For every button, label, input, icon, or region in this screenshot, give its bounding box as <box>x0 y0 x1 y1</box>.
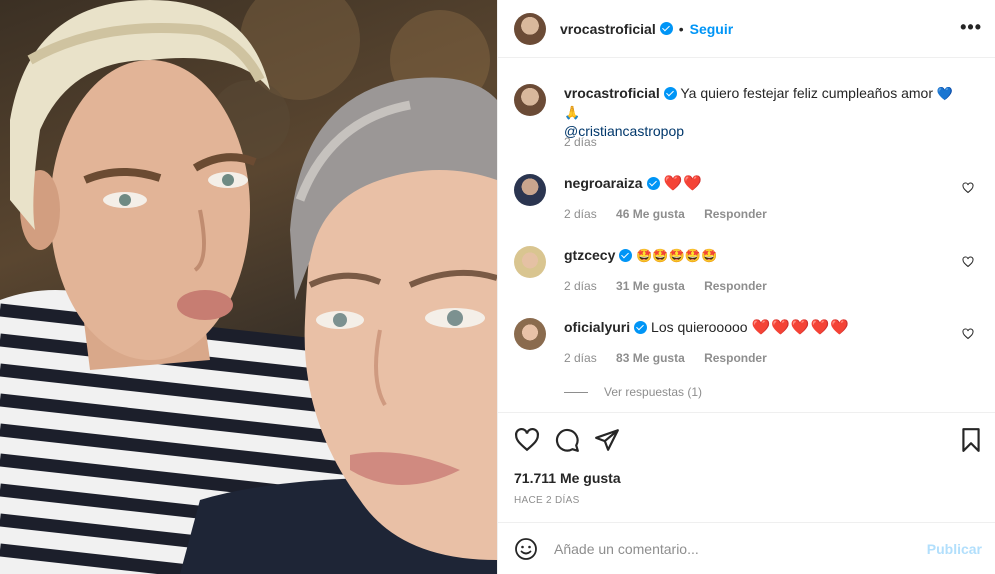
post-details-panel: vrocastroficial • Seguir ••• vrocastrofi… <box>497 0 995 574</box>
like-heart-icon[interactable] <box>514 427 540 453</box>
caption-author-avatar[interactable] <box>514 84 546 116</box>
verified-badge-icon <box>659 22 673 35</box>
comment-meta: 2 días 83 Me gusta Responder <box>564 351 783 365</box>
post-timestamp[interactable]: HACE 2 DÍAS <box>514 495 580 506</box>
caption-text: Ya quiero festejar feliz cumpleaños amor <box>680 85 934 101</box>
likes-count[interactable]: 71.711 Me gusta <box>514 470 621 486</box>
emoji-smiley-icon[interactable] <box>514 537 538 561</box>
comment-row: gtzcecy 🤩🤩🤩🤩🤩 2 días 31 Me gusta Respond… <box>514 246 984 296</box>
verified-badge-icon <box>663 87 677 100</box>
comment-username[interactable]: oficialyuri <box>564 319 630 335</box>
comment-avatar[interactable] <box>514 318 546 350</box>
comment-row: oficialyuri Los quierooooo ❤️❤️❤️❤️❤️ 2 … <box>514 318 984 368</box>
post-header: vrocastroficial • Seguir ••• <box>498 0 995 58</box>
comment-text: Los quierooooo <box>651 319 748 335</box>
comment-reply-button[interactable]: Responder <box>704 351 767 365</box>
view-replies-label: Ver respuestas (1) <box>604 385 703 399</box>
author-username[interactable]: vrocastroficial <box>560 21 656 37</box>
comment-body: negroaraiza ❤️❤️ <box>564 174 954 193</box>
comment-text: ❤️❤️ <box>663 175 703 192</box>
comment-likes[interactable]: 31 Me gusta <box>616 279 685 293</box>
comment-time[interactable]: 2 días <box>564 351 597 365</box>
comment-time[interactable]: 2 días <box>564 279 597 293</box>
replies-divider <box>564 391 588 393</box>
comment-body: gtzcecy 🤩🤩🤩🤩🤩 <box>564 246 954 265</box>
comment-like-icon[interactable] <box>962 256 974 268</box>
caption-author-username[interactable]: vrocastroficial <box>564 85 660 101</box>
comment-row: negroaraiza ❤️❤️ 2 días 46 Me gusta Resp… <box>514 174 984 224</box>
verified-badge-icon <box>634 321 648 334</box>
comment-meta: 2 días 46 Me gusta Responder <box>564 207 783 221</box>
post-actions: 71.711 Me gusta HACE 2 DÍAS <box>498 413 995 523</box>
comment-username[interactable]: negroaraiza <box>564 175 643 191</box>
comment-avatar[interactable] <box>514 246 546 278</box>
author-avatar[interactable] <box>514 12 546 45</box>
comment-like-icon[interactable] <box>962 182 974 194</box>
follow-button[interactable]: Seguir <box>690 21 734 37</box>
comment-bubble-icon[interactable] <box>554 427 580 453</box>
view-replies-button[interactable]: Ver respuestas (1) <box>564 385 702 399</box>
publish-button[interactable]: Publicar <box>927 541 982 557</box>
share-paper-plane-icon[interactable] <box>594 427 620 453</box>
header-separator: • <box>678 20 684 37</box>
comment-reply-button[interactable]: Responder <box>704 279 767 293</box>
comment-composer: Publicar <box>498 524 995 574</box>
comment-likes[interactable]: 83 Me gusta <box>616 351 685 365</box>
comment-like-icon[interactable] <box>962 328 974 340</box>
verified-badge-icon <box>646 177 660 190</box>
verified-badge-icon <box>619 249 633 262</box>
comment-meta: 2 días 31 Me gusta Responder <box>564 279 783 293</box>
comment-input[interactable] <box>554 541 914 557</box>
comment-hearts: ❤️❤️❤️❤️❤️ <box>751 319 850 336</box>
comments-list[interactable]: vrocastroficial Ya quiero festejar feliz… <box>498 58 995 413</box>
comment-username[interactable]: gtzcecy <box>564 247 615 263</box>
caption-body: vrocastroficial Ya quiero festejar feliz… <box>564 84 954 140</box>
comment-time[interactable]: 2 días <box>564 207 597 221</box>
more-options-icon[interactable]: ••• <box>960 18 982 36</box>
caption-row: vrocastroficial Ya quiero festejar feliz… <box>514 84 984 164</box>
save-bookmark-icon[interactable] <box>958 427 984 453</box>
comment-likes[interactable]: 46 Me gusta <box>616 207 685 221</box>
photo-illustration <box>0 0 497 574</box>
comment-body: oficialyuri Los quierooooo ❤️❤️❤️❤️❤️ <box>564 318 954 337</box>
comment-avatar[interactable] <box>514 174 546 206</box>
comment-reply-button[interactable]: Responder <box>704 207 767 221</box>
comment-text: 🤩🤩🤩🤩🤩 <box>636 248 718 263</box>
post-photo[interactable] <box>0 0 497 574</box>
caption-time[interactable]: 2 días <box>564 135 597 149</box>
caption-meta: 2 días <box>564 135 613 149</box>
